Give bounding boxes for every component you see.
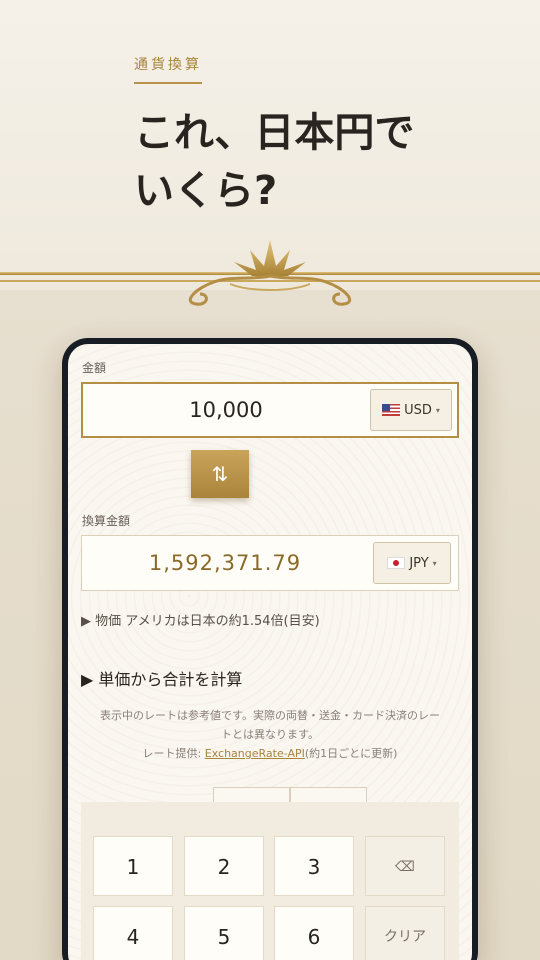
swap-button[interactable]: ⇅: [191, 450, 249, 498]
key-3[interactable]: 3: [274, 836, 354, 896]
disclaimer-line-3: レート提供: ExchangeRate-API(約1日ごとに更新): [78, 744, 462, 763]
keypad-tabs: [213, 787, 367, 804]
amount-value: 10,000: [189, 398, 263, 422]
result-label: 換算金額: [82, 514, 131, 528]
update-frequency: (約1日ごとに更新): [304, 747, 398, 760]
from-currency-select[interactable]: USD ▾: [370, 389, 452, 431]
to-currency-select[interactable]: JPY ▾: [373, 542, 451, 584]
key-5[interactable]: 5: [184, 906, 264, 960]
result-field: 1,592,371.79 JPY ▾: [81, 535, 459, 591]
result-value: 1,592,371.79: [148, 551, 302, 575]
amount-label: 金額: [82, 361, 107, 375]
amount-input[interactable]: 10,000 USD ▾: [81, 382, 459, 438]
gold-ornament-divider: [0, 240, 540, 306]
disclaimer-line-2: トとは異なります。: [221, 728, 319, 741]
backspace-icon: ⌫: [395, 859, 415, 875]
from-currency-code: USD: [404, 402, 432, 418]
rate-provider-prefix: レート提供:: [142, 747, 205, 760]
backspace-key[interactable]: ⌫: [365, 836, 445, 896]
headline-line-1: これ、日本円で: [134, 110, 415, 156]
caret-down-icon: ▾: [432, 558, 437, 568]
headline: これ、日本円で いくら?: [134, 104, 414, 220]
numeric-keypad: 1 2 3 ⌫ 4 5 6 クリア: [81, 802, 459, 960]
exchangerate-api-link[interactable]: ExchangeRate-API: [205, 747, 305, 760]
headline-line-2: いくら?: [134, 168, 278, 214]
app-screen: 金額 10,000 USD ▾ ⇅ 換算金額 1,592,371.79 JPY …: [68, 344, 472, 960]
clear-key[interactable]: クリア: [365, 906, 445, 960]
kicker-label: 通貨換算: [134, 57, 202, 73]
kicker-underline: [134, 82, 202, 84]
rate-disclaimer: 表示中のレートは参考値です。実際の両替・送金・カード決済のレー トとは異なります…: [78, 706, 462, 763]
key-6[interactable]: 6: [274, 906, 354, 960]
swap-icon: ⇅: [211, 462, 229, 486]
unit-price-section-toggle[interactable]: ▶ 単価から合計を計算: [81, 666, 242, 690]
caret-down-icon: ▾: [435, 405, 440, 415]
price-comparison-toggle[interactable]: ▶ 物価 アメリカは日本の約1.54倍(目安): [81, 610, 320, 629]
disclaimer-line-1: 表示中のレートは参考値です。実際の両替・送金・カード決済のレー: [100, 709, 440, 722]
key-2[interactable]: 2: [184, 836, 264, 896]
jp-flag-icon: [387, 557, 406, 569]
key-4[interactable]: 4: [93, 906, 173, 960]
key-1[interactable]: 1: [93, 836, 173, 896]
us-flag-icon: [382, 404, 401, 416]
to-currency-code: JPY: [409, 555, 429, 571]
